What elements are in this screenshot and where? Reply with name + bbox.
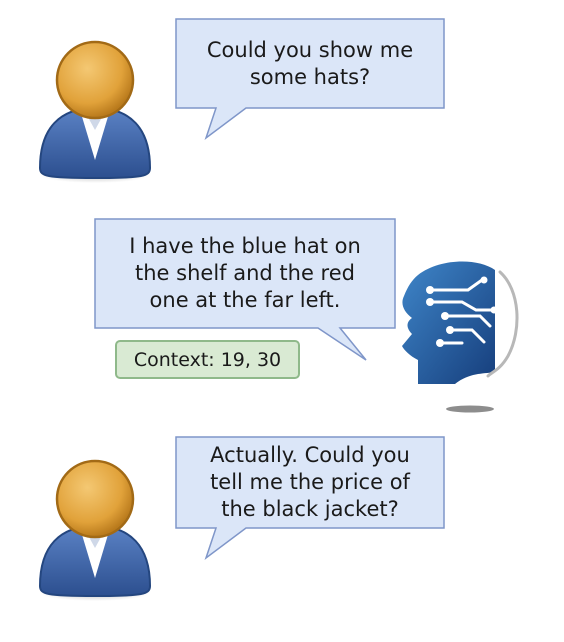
user-avatar-icon [38, 40, 152, 183]
user-avatar-icon [38, 459, 152, 601]
ai-head-icon [402, 261, 519, 413]
context-badge: Context: 19, 30 [115, 340, 300, 379]
user-message-2-text: Actually. Could you tell me the price of… [210, 443, 410, 521]
assistant-message-text: I have the blue hat on the shelf and the… [129, 234, 361, 312]
user-message-1-text: Could you show me some hats? [206, 37, 414, 89]
